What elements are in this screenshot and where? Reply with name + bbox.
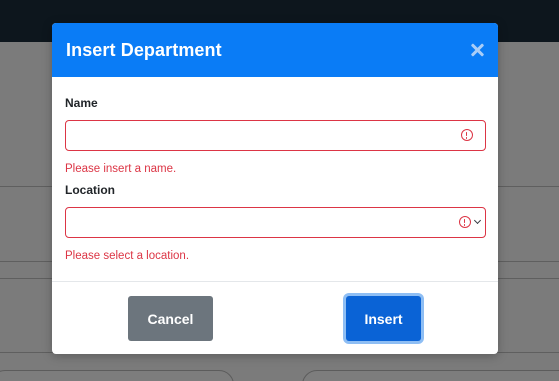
dialog-footer: Cancel Insert (52, 281, 498, 354)
insert-department-dialog: Insert Department Name Please insert a n… (52, 23, 498, 354)
close-icon[interactable] (470, 43, 484, 57)
location-label: Location (65, 183, 115, 197)
background-divider (0, 261, 52, 262)
location-select[interactable] (65, 207, 486, 238)
name-input[interactable] (66, 121, 485, 150)
insert-button[interactable]: Insert (346, 296, 421, 341)
name-error-message: Please insert a name. (65, 163, 177, 175)
background-divider (0, 186, 52, 187)
location-error-message: Please select a location. (65, 250, 190, 262)
dialog-header: Insert Department (52, 23, 498, 77)
background-divider (0, 278, 52, 279)
error-icon (461, 129, 473, 141)
cancel-button[interactable]: Cancel (128, 296, 213, 341)
location-input[interactable] (66, 208, 485, 237)
background-card (302, 370, 559, 381)
name-field (65, 120, 486, 151)
name-label: Name (65, 96, 98, 110)
background-divider (498, 261, 559, 262)
background-divider (498, 278, 559, 279)
dialog-title: Insert Department (66, 39, 222, 60)
background-card (0, 370, 234, 381)
error-icon (459, 216, 471, 228)
background-divider (498, 186, 559, 187)
dialog-body: Name Please insert a name. Location Plea… (52, 77, 498, 281)
